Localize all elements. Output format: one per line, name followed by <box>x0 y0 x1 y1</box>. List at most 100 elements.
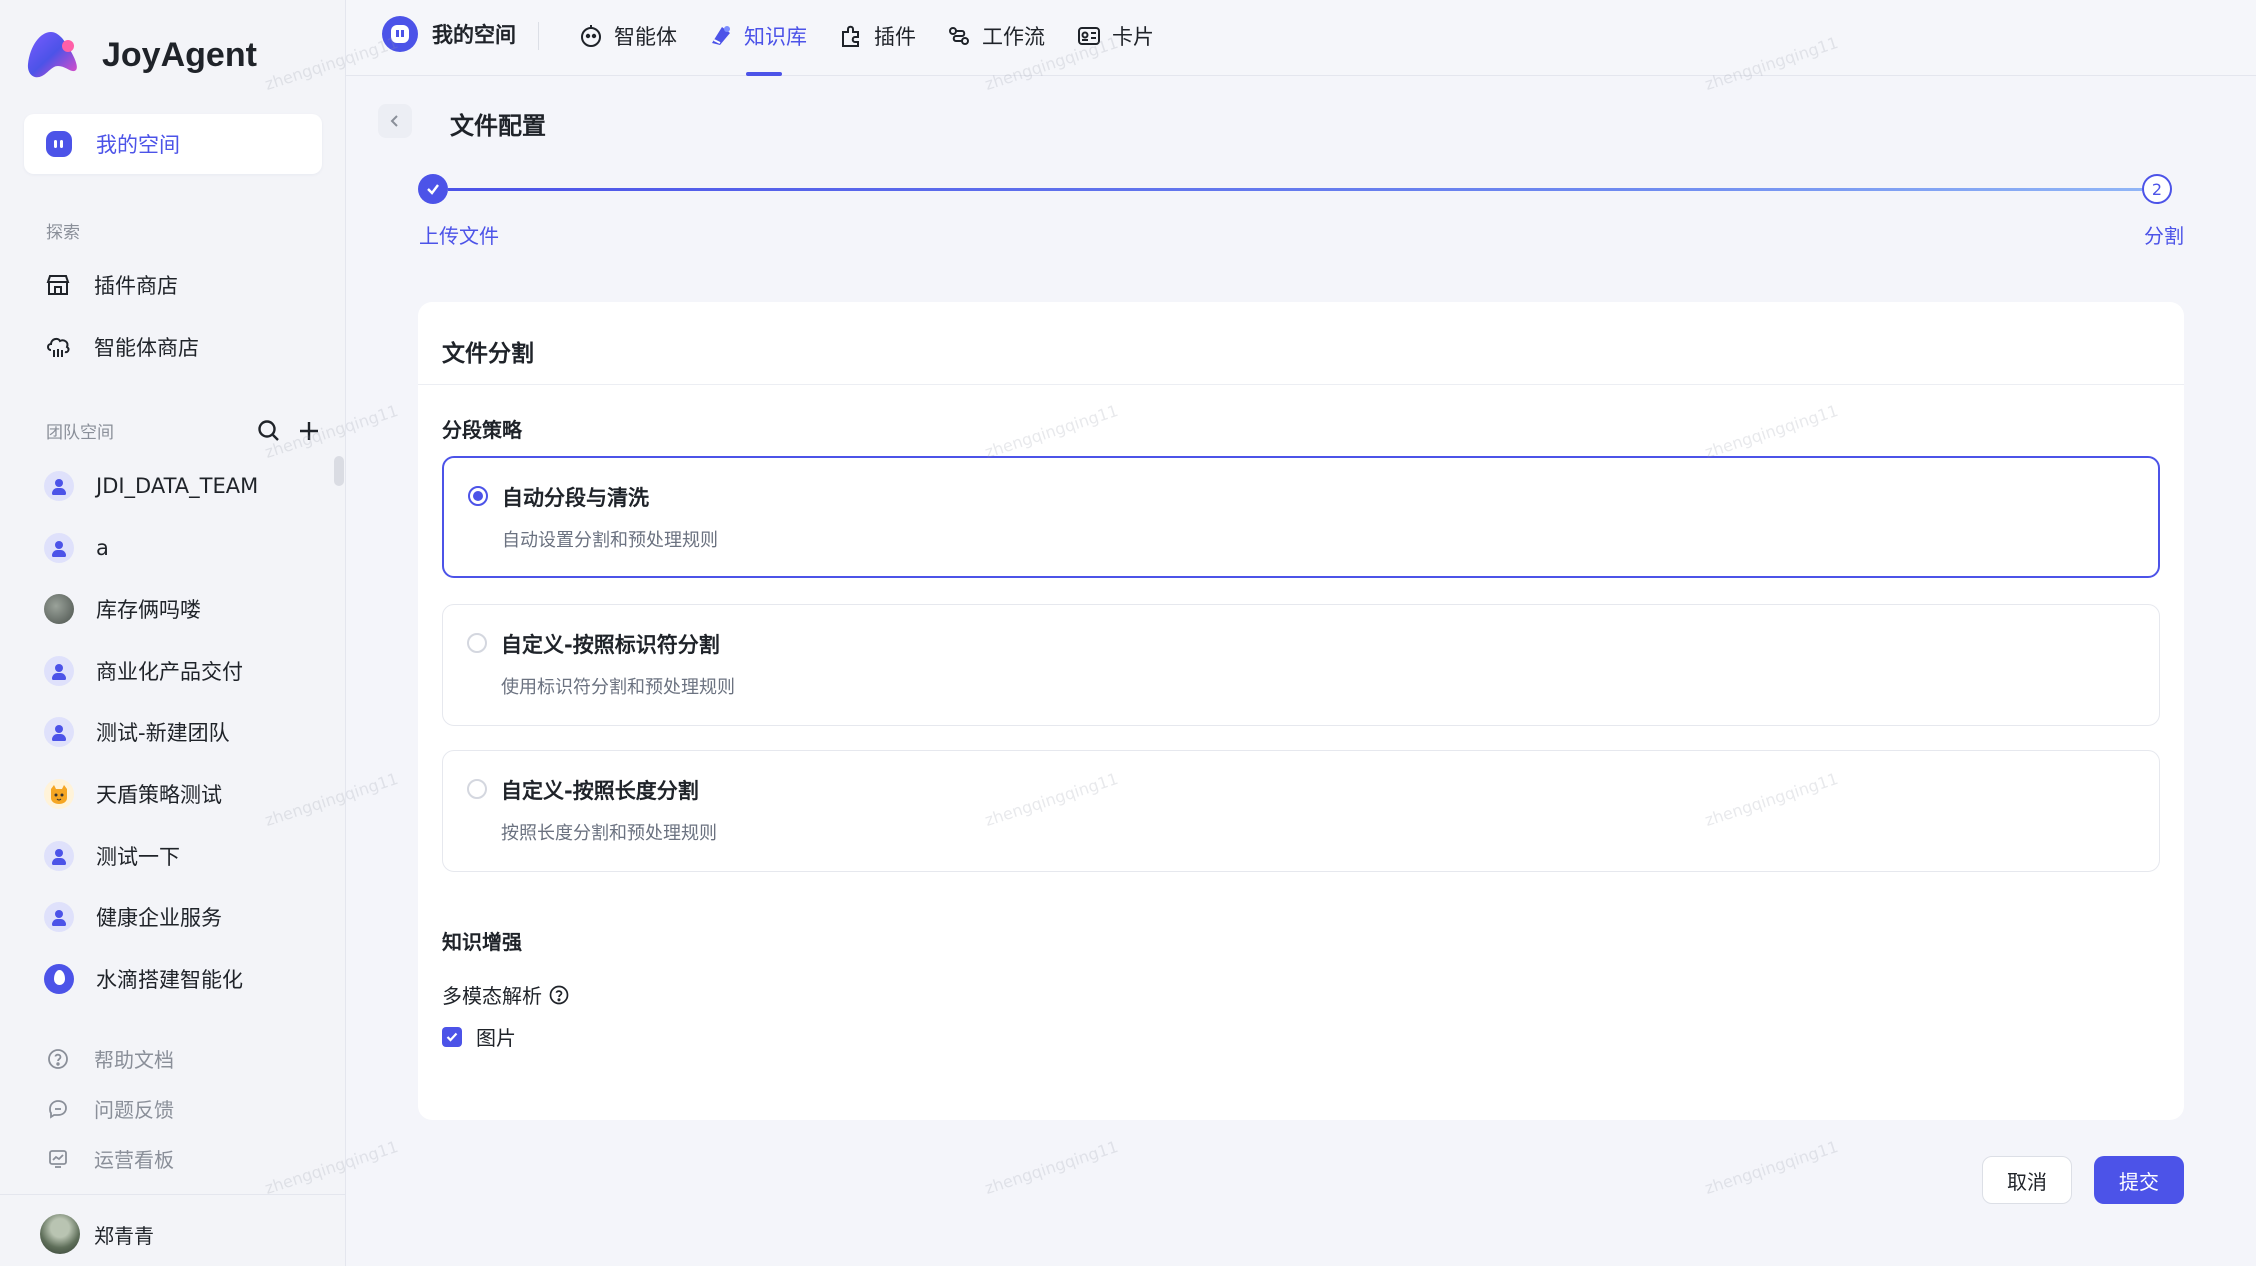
team-avatar <box>44 594 74 624</box>
team-label: 商业化产品交付 <box>96 660 243 684</box>
team-item[interactable]: a <box>44 533 109 563</box>
team-label: 库存俩吗喽 <box>96 598 201 622</box>
step-progress-line <box>448 188 2142 191</box>
watermark: zhengqingqing11 <box>982 1137 1121 1198</box>
step-done-indicator <box>418 174 448 204</box>
team-item[interactable]: 测试-新建团队 <box>44 717 230 747</box>
team-label: 健康企业服务 <box>96 906 222 930</box>
option-length-split[interactable]: 自定义-按照长度分割 按照长度分割和预处理规则 <box>442 750 2160 872</box>
option-auto-split[interactable]: 自动分段与清洗 自动设置分割和预处理规则 <box>442 456 2160 578</box>
tab-agent[interactable]: 智能体 <box>578 20 677 52</box>
radio-button[interactable] <box>468 486 488 506</box>
my-space-icon <box>382 16 418 52</box>
step-current-indicator: 2 <box>2142 174 2172 204</box>
team-tools <box>256 418 322 444</box>
divider <box>538 22 539 50</box>
brand[interactable]: JoyAgent <box>22 26 257 84</box>
image-checkbox[interactable] <box>442 1026 462 1047</box>
watermark: zhengqingqing11 <box>1702 1137 1841 1198</box>
avatar <box>40 1214 80 1254</box>
option-title: 自定义-按照标识符分割 <box>501 633 720 657</box>
cancel-button[interactable]: 取消 <box>1982 1156 2072 1204</box>
sidebar-item-label: 智能体商店 <box>94 336 199 360</box>
tab-knowledge[interactable]: 知识库 <box>708 20 807 52</box>
tab-workflow[interactable]: 工作流 <box>946 20 1045 52</box>
back-button[interactable] <box>378 104 412 138</box>
step-label-upload[interactable]: 上传文件 <box>419 220 499 249</box>
sidebar-item-dashboard[interactable]: 运营看板 <box>46 1144 174 1173</box>
tab-card[interactable]: 卡片 <box>1076 20 1154 52</box>
divider <box>418 384 2184 385</box>
check-icon <box>446 1032 458 1042</box>
team-avatar <box>44 471 74 501</box>
multimodal-label-row: 多模态解析 <box>442 980 570 1009</box>
image-checkbox-row[interactable]: 图片 <box>442 1022 516 1051</box>
brand-name: JoyAgent <box>102 35 257 74</box>
radio-button[interactable] <box>467 779 487 799</box>
multimodal-label: 多模态解析 <box>442 984 542 1008</box>
sidebar-item-help-docs[interactable]: 帮助文档 <box>46 1044 174 1073</box>
sidebar-my-space[interactable]: 我的空间 <box>24 114 322 174</box>
team-item[interactable]: JDI_DATA_TEAM <box>44 471 258 501</box>
submit-button[interactable]: 提交 <box>2094 1156 2184 1204</box>
cat-avatar-icon <box>44 779 74 809</box>
search-icon[interactable] <box>256 418 282 444</box>
team-avatar <box>44 533 74 563</box>
tab-label: 插件 <box>874 25 916 49</box>
team-section-title: 团队空间 <box>46 423 114 443</box>
workflow-icon <box>949 27 969 45</box>
sidebar-item-agent-store[interactable]: 智能体商店 <box>44 332 199 362</box>
team-item[interactable]: 商业化产品交付 <box>44 656 243 686</box>
help-circle-icon[interactable] <box>548 984 570 1006</box>
option-title: 自动分段与清洗 <box>502 486 649 510</box>
tab-plugin[interactable]: 插件 <box>838 20 916 52</box>
user-profile[interactable]: 郑青青 <box>40 1214 154 1254</box>
add-team-icon[interactable] <box>296 418 322 444</box>
team-label: 水滴搭建智能化 <box>96 968 243 992</box>
step-label-split: 分割 <box>2144 224 2184 248</box>
team-avatar <box>44 717 74 747</box>
team-avatar <box>44 656 74 686</box>
tab-label: 智能体 <box>614 25 677 49</box>
team-label: 测试一下 <box>96 845 180 869</box>
help-label: 帮助文档 <box>94 1048 174 1072</box>
top-space-label: 我的空间 <box>432 23 516 47</box>
top-navigation: 我的空间 智能体 知识库 插件 工作流 卡片 <box>346 0 2256 76</box>
sidebar-divider <box>0 1194 346 1195</box>
help-label: 运营看板 <box>94 1148 174 1172</box>
team-item[interactable]: 库存俩吗喽 <box>44 594 201 624</box>
sidebar-item-plugin-store[interactable]: 插件商店 <box>44 270 178 300</box>
help-circle-icon <box>48 1048 68 1069</box>
tab-label: 知识库 <box>744 25 807 49</box>
radio-button[interactable] <box>467 633 487 653</box>
tab-label: 卡片 <box>1112 25 1154 49</box>
team-item[interactable]: 健康企业服务 <box>44 902 222 932</box>
store-icon <box>46 275 70 295</box>
joyagent-logo-icon <box>27 32 77 78</box>
team-label: JDI_DATA_TEAM <box>96 474 259 498</box>
active-tab-indicator <box>746 72 782 76</box>
drop-avatar-icon <box>44 964 74 994</box>
option-description: 自动设置分割和预处理规则 <box>502 530 718 551</box>
enhance-heading: 知识增强 <box>442 930 522 954</box>
my-space-label: 我的空间 <box>96 133 180 157</box>
option-description: 按照长度分割和预处理规则 <box>501 823 717 844</box>
team-item[interactable]: 测试一下 <box>44 841 180 871</box>
team-item[interactable]: 天盾策略测试 <box>44 779 222 809</box>
top-my-space[interactable]: 我的空间 <box>382 16 516 52</box>
sidebar-item-label: 插件商店 <box>94 274 178 298</box>
strategy-heading: 分段策略 <box>442 418 522 442</box>
team-item[interactable]: 水滴搭建智能化 <box>44 964 243 994</box>
checkbox-label: 图片 <box>476 1026 516 1050</box>
plugin-icon <box>842 25 859 47</box>
knowledge-icon <box>712 26 730 45</box>
team-label: 测试-新建团队 <box>96 721 230 745</box>
file-split-card: 文件分割 分段策略 自动分段与清洗 自动设置分割和预处理规则 自定义-按照标识符… <box>418 302 2184 1120</box>
check-icon <box>427 184 439 195</box>
team-avatar <box>44 902 74 932</box>
sidebar-item-feedback[interactable]: 问题反馈 <box>46 1094 174 1123</box>
team-avatar <box>44 841 74 871</box>
sidebar-scrollbar[interactable] <box>334 456 344 486</box>
feedback-icon <box>49 1099 67 1119</box>
option-identifier-split[interactable]: 自定义-按照标识符分割 使用标识符分割和预处理规则 <box>442 604 2160 726</box>
